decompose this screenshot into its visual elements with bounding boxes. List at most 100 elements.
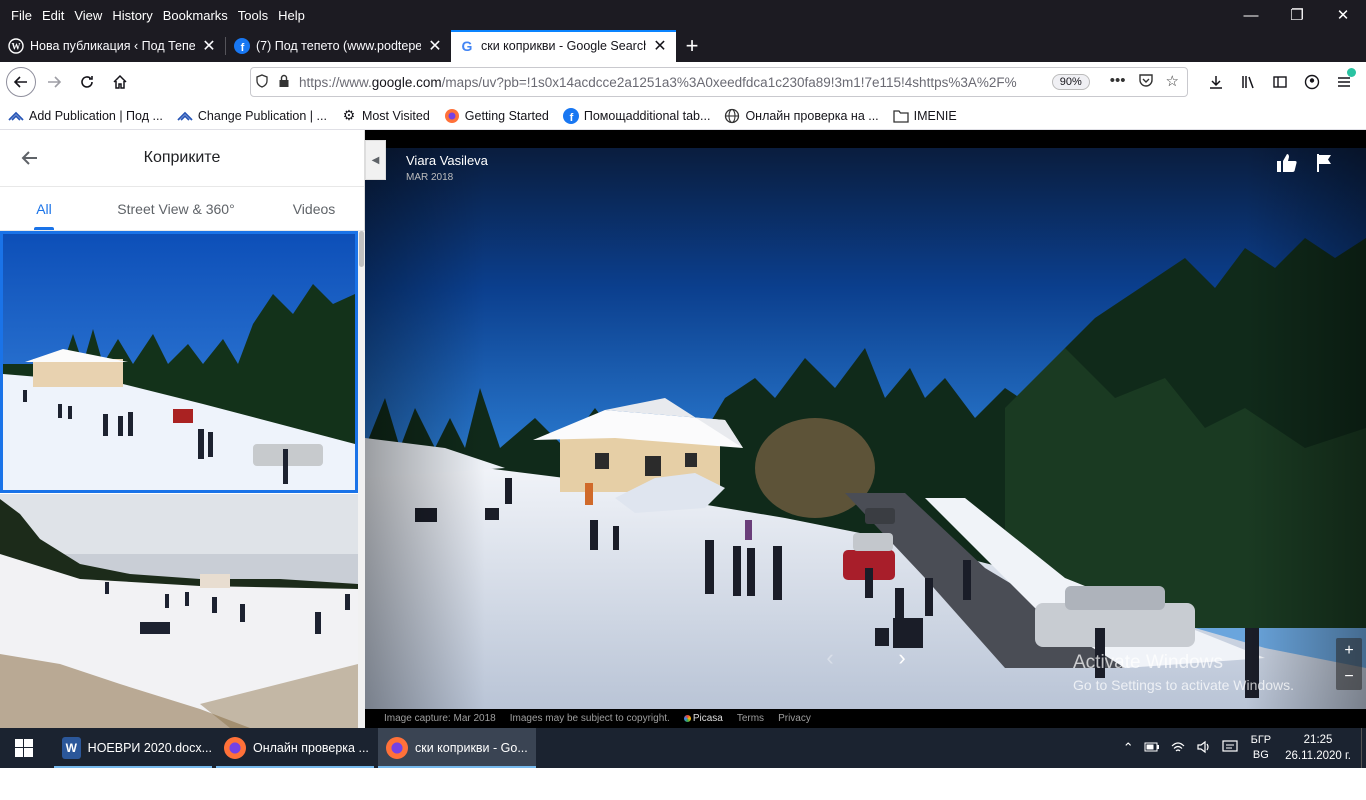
menu-tools[interactable]: Tools <box>233 8 273 23</box>
thumbs-up-icon[interactable] <box>1276 152 1298 174</box>
close-tab-icon[interactable]: ✕ <box>427 36 443 56</box>
restore-button[interactable]: ❐ <box>1274 0 1320 30</box>
zoom-in-button[interactable]: + <box>1344 642 1353 660</box>
terms-link[interactable]: Terms <box>737 713 764 724</box>
forward-button[interactable] <box>39 67 69 97</box>
address-bar[interactable]: https://www.google.com/maps/uv?pb=!1s0x1… <box>250 67 1188 97</box>
menu-bookmarks[interactable]: Bookmarks <box>158 8 233 23</box>
menu-file[interactable]: File <box>6 8 37 23</box>
arrow-left-icon <box>13 76 27 88</box>
url-prefix: https://www. <box>299 74 372 90</box>
taskbar-word-document[interactable]: W НОЕВРИ 2020.docx... <box>54 728 212 768</box>
svg-text:W: W <box>12 42 21 52</box>
copyright-notice: Images may be subject to copyright. <box>509 713 670 724</box>
menu-history[interactable]: History <box>107 8 157 23</box>
window-controls: — ❐ ✕ <box>1228 0 1366 30</box>
word-icon: W <box>62 737 81 759</box>
photo-thumbnail[interactable] <box>0 494 358 728</box>
app-menu-icon[interactable] <box>1328 67 1360 97</box>
start-button[interactable] <box>0 728 48 768</box>
language-code: БГР <box>1250 734 1272 746</box>
flag-icon[interactable] <box>1314 152 1336 174</box>
bookmark-online-check[interactable]: Онлайн проверка на ... <box>724 108 879 124</box>
page-actions-icon[interactable]: ••• <box>1110 72 1126 92</box>
photo-author[interactable]: Viara Vasileva <box>406 153 488 168</box>
clock[interactable]: 21:25 26.11.2020 г. <box>1285 732 1351 764</box>
taskbar-firefox-google[interactable]: ски коприкви - Go... <box>378 728 536 768</box>
shield-icon[interactable] <box>251 73 273 91</box>
main-photo-image[interactable] <box>365 148 1366 710</box>
bookmark-folder-imenie[interactable]: IMENIE <box>893 108 957 124</box>
close-window-button[interactable]: ✕ <box>1320 0 1366 30</box>
bookmark-getting-started[interactable]: Getting Started <box>444 108 549 124</box>
tab-title: (7) Под тепето (www.podtepet <box>256 39 421 53</box>
panel-scrollbar[interactable] <box>358 231 365 728</box>
back-arrow-icon[interactable] <box>18 146 42 170</box>
minimize-button[interactable]: — <box>1228 0 1274 30</box>
picasa-logo[interactable]: Picasa <box>683 713 723 724</box>
sidebar-icon[interactable] <box>1264 67 1296 97</box>
arrow-right-icon <box>48 76 62 88</box>
bookmark-add-publication[interactable]: Add Publication | Под ... <box>8 108 163 124</box>
facebook-icon: f <box>562 107 579 124</box>
back-button[interactable] <box>6 67 36 97</box>
tab-google-search[interactable]: G ски коприкви - Google Search ✕ <box>451 30 676 62</box>
photo-thumbnail[interactable] <box>0 231 358 493</box>
zoom-controls: + − <box>1336 638 1362 690</box>
navigation-bar: https://www.google.com/maps/uv?pb=!1s0x1… <box>0 62 1366 102</box>
home-button[interactable] <box>105 67 135 97</box>
star-icon[interactable]: ☆ <box>1166 72 1179 92</box>
wifi-icon[interactable] <box>1170 740 1186 757</box>
close-tab-icon[interactable]: ✕ <box>201 36 217 56</box>
privacy-link[interactable]: Privacy <box>778 713 811 724</box>
toolbar-right <box>1200 67 1360 97</box>
lock-icon[interactable] <box>273 74 295 91</box>
tab-all[interactable]: All <box>0 187 88 230</box>
download-icon[interactable] <box>1200 67 1232 97</box>
collapse-panel-button[interactable]: ◀ <box>365 140 386 180</box>
bookmark-label: Помощadditional tab... <box>583 108 711 123</box>
firefox-icon <box>386 737 408 759</box>
tab-videos[interactable]: Videos <box>264 187 364 230</box>
bookmark-help-tab[interactable]: f Помощadditional tab... <box>562 107 711 124</box>
menu-help[interactable]: Help <box>273 8 310 23</box>
taskbar-firefox-online-check[interactable]: Онлайн проверка ... <box>216 728 374 768</box>
next-photo-arrow-icon[interactable]: › <box>890 645 914 670</box>
watermark-title: Activate Windows <box>1073 652 1223 673</box>
tab-pod-tepeto-facebook[interactable]: f (7) Под тепето (www.podtepet ✕ <box>226 30 451 62</box>
folder-icon <box>893 108 909 124</box>
bookmark-label: Онлайн проверка на ... <box>745 108 879 123</box>
chevron-up-icon[interactable]: ⌃ <box>1123 740 1134 756</box>
reload-button[interactable] <box>72 67 102 97</box>
activate-windows-watermark: Activate Windows Go to Settings to activ… <box>1073 652 1294 693</box>
bookmarks-toolbar: Add Publication | Под ... Change Publica… <box>0 102 1366 130</box>
zoom-out-button[interactable]: − <box>1344 668 1353 686</box>
pocket-icon[interactable] <box>1138 72 1154 92</box>
tab-street-view[interactable]: Street View & 360° <box>88 187 264 230</box>
bookmark-change-publication[interactable]: Change Publication | ... <box>177 108 327 124</box>
notification-icon[interactable] <box>1221 739 1238 757</box>
account-icon[interactable] <box>1296 67 1328 97</box>
clock-date: 26.11.2020 г. <box>1285 750 1351 762</box>
svg-text:G: G <box>462 38 473 54</box>
bookmark-most-visited[interactable]: ⚙ Most Visited <box>341 107 430 124</box>
close-tab-icon[interactable]: ✕ <box>652 36 668 56</box>
new-tab-button[interactable]: + <box>676 30 708 62</box>
show-desktop-button[interactable] <box>1361 728 1366 768</box>
reload-icon <box>81 76 93 88</box>
tab-nova-publikacia[interactable]: W Нова публикация ‹ Под Тепето - І ✕ <box>0 30 225 62</box>
bookmark-label: Change Publication | ... <box>197 108 327 123</box>
menu-view[interactable]: View <box>69 8 107 23</box>
battery-icon[interactable] <box>1144 741 1160 756</box>
zoom-level-badge[interactable]: 90% <box>1051 74 1090 90</box>
library-icon[interactable] <box>1232 67 1264 97</box>
previous-photo-arrow-icon[interactable]: ‹ <box>818 645 842 670</box>
menu-edit[interactable]: Edit <box>37 8 69 23</box>
language-indicator[interactable]: БГР BG <box>1251 733 1272 763</box>
speaker-icon[interactable] <box>1196 740 1212 757</box>
keyboard-layout: BG <box>1252 749 1269 761</box>
svg-text:f: f <box>570 112 574 124</box>
clock-time: 21:25 <box>1303 734 1333 746</box>
url-text[interactable]: https://www.google.com/maps/uv?pb=!1s0x1… <box>299 75 1042 90</box>
task-label: НОЕВРИ 2020.docx... <box>87 741 212 755</box>
